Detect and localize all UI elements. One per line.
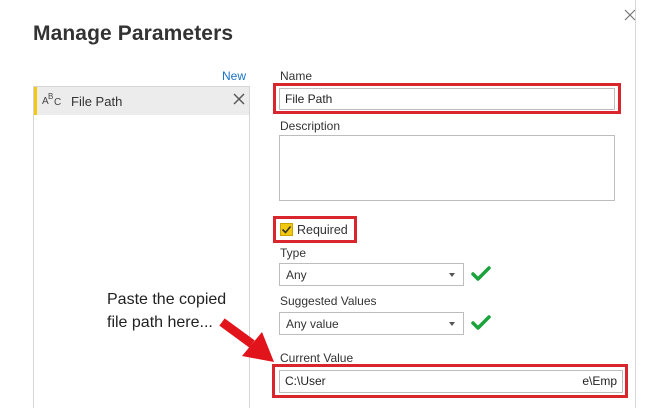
chevron-down-icon <box>449 273 455 277</box>
chevron-down-icon <box>449 322 455 326</box>
required-highlight-box <box>273 216 357 243</box>
red-arrow-icon <box>219 318 274 362</box>
description-textarea[interactable] <box>279 135 615 201</box>
suggested-values-select-value: Any value <box>286 317 339 331</box>
annotation-line-2: file path here... <box>107 314 213 331</box>
type-label: Type <box>280 246 307 260</box>
annotation-callout: Paste the copied file path here... <box>107 288 226 334</box>
parameter-item-label: File Path <box>71 94 123 109</box>
suggested-values-label: Suggested Values <box>280 294 377 308</box>
remove-icon[interactable] <box>232 92 246 106</box>
dialog-title: Manage Parameters <box>33 22 234 45</box>
type-select-value: Any <box>286 268 307 282</box>
dialog-border <box>635 0 636 408</box>
close-icon[interactable] <box>620 5 640 25</box>
description-label: Description <box>280 119 341 133</box>
suggested-values-select[interactable]: Any value <box>279 312 464 335</box>
parameter-list-item[interactable]: ABC File Path <box>34 87 249 115</box>
name-highlight-box <box>273 83 621 114</box>
green-check-icon <box>471 315 491 330</box>
text-type-abc-icon: ABC <box>42 92 62 108</box>
current-value-label: Current Value <box>280 351 354 365</box>
name-label: Name <box>280 69 313 83</box>
green-check-icon <box>471 266 491 281</box>
annotation-line-1: Paste the copied <box>107 291 227 308</box>
type-select[interactable]: Any <box>279 263 464 286</box>
new-parameter-link[interactable]: New <box>222 69 246 83</box>
current-value-highlight-box <box>272 364 628 398</box>
